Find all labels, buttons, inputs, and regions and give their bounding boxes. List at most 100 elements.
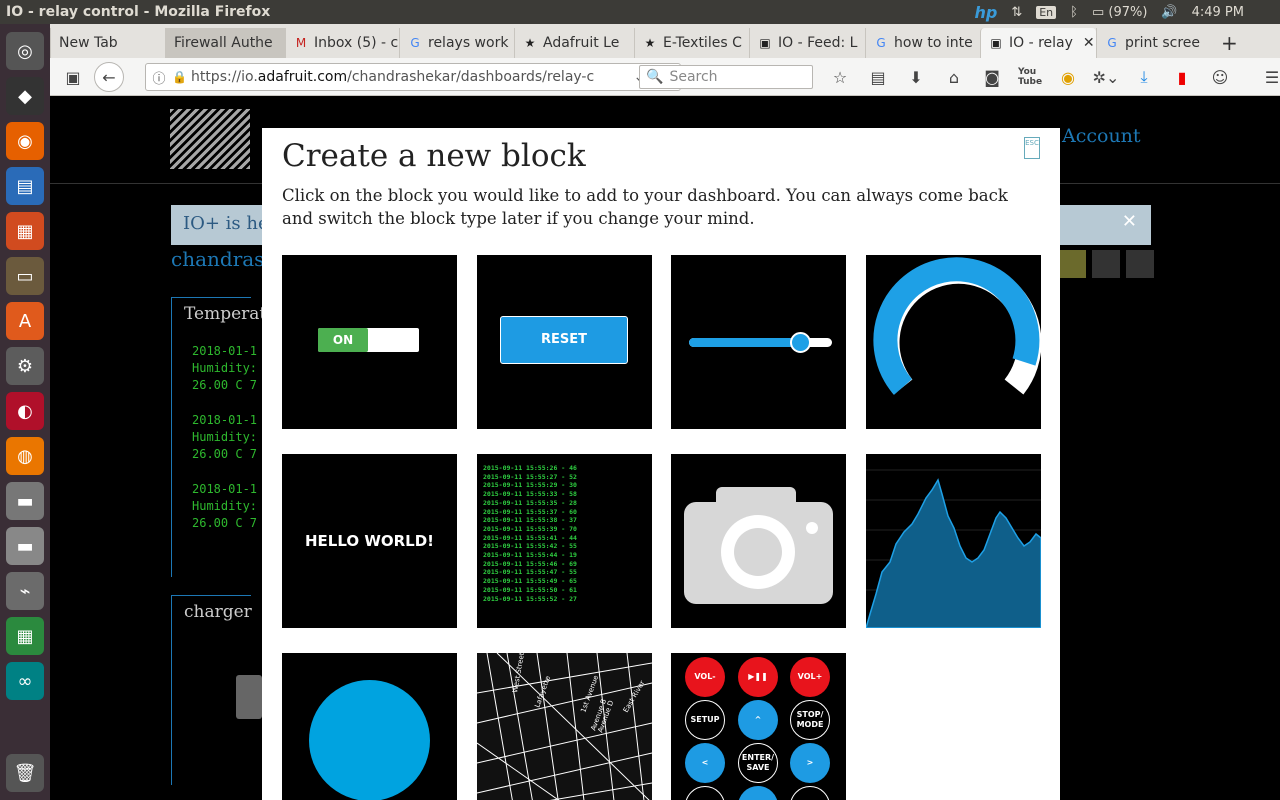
google-icon: G xyxy=(410,36,420,50)
launcher-libreoffice-impress-icon[interactable]: ▦ xyxy=(6,212,44,250)
feed-list: 2018-01-1 Humidity: 3 26.00 C 7 2018-01-1 Hu… xyxy=(192,343,271,550)
extension-menu-icon[interactable]: ✲⌄ xyxy=(1088,63,1124,91)
toolbar-icons: ☆ ▤ ⬇ ⌂ ◙ You Tube ◉ ✲⌄ ⤓ ▮ ☺ ☰ xyxy=(822,63,1280,91)
volume-icon[interactable]: 🔊 xyxy=(1161,5,1177,20)
dashboard-name: chandras xyxy=(171,247,265,271)
settings-button[interactable] xyxy=(1092,250,1120,278)
star-icon: ★ xyxy=(524,36,536,50)
charger-toggle[interactable] xyxy=(236,675,262,719)
remote-button: VOL- xyxy=(685,657,725,697)
adafruit-io-logo[interactable] xyxy=(170,109,250,169)
search-bar[interactable]: 🔍 Search xyxy=(639,65,813,89)
edit-layout-button[interactable] xyxy=(1058,250,1086,278)
launcher-libreoffice-calc-icon[interactable]: ▦ xyxy=(6,617,44,655)
slider-block[interactable] xyxy=(671,255,846,429)
tab-2[interactable]: M Inbox (5) - c xyxy=(285,28,399,58)
launcher-disk-icon[interactable]: ▬ xyxy=(6,482,44,520)
io-icon: ▣ xyxy=(759,36,771,50)
tab-5[interactable]: ★ E-Textiles C xyxy=(634,28,749,58)
emoji-extension-icon[interactable]: ☺ xyxy=(1202,63,1238,91)
launcher-screenshot-icon[interactable]: ◐ xyxy=(6,392,44,430)
tab-3[interactable]: Grelays work xyxy=(399,28,514,58)
panel-title: charger xyxy=(184,602,252,622)
sidebar-toggle-icon[interactable]: ▣ xyxy=(58,63,88,91)
launcher-firefox-icon[interactable]: ◉ xyxy=(6,122,44,160)
remote-button: > xyxy=(790,743,830,783)
search-input[interactable]: Search xyxy=(669,69,717,85)
remote-button: VOL+ xyxy=(790,657,830,697)
launcher-files-icon[interactable]: ▭ xyxy=(6,257,44,295)
tab-label: IO - relay xyxy=(1009,35,1073,51)
reading-list-icon[interactable]: ▤ xyxy=(860,63,896,91)
gauge-block[interactable] xyxy=(866,255,1041,429)
launcher-libreoffice-writer-icon[interactable]: ▤ xyxy=(6,167,44,205)
map-icon: Lafayette 1st Avenue Avenue D Avenue B W… xyxy=(477,653,652,800)
close-icon[interactable]: ✕ xyxy=(1122,211,1137,232)
launcher-trash-icon[interactable]: 🗑 xyxy=(6,754,44,792)
launcher-usb-icon[interactable]: ⌁ xyxy=(6,572,44,610)
hello-world-text: HELLO WORLD! xyxy=(304,532,435,550)
launcher-ubuntu-dash-icon[interactable]: ◎ xyxy=(6,32,44,70)
keyboard-language[interactable]: En xyxy=(1036,5,1057,19)
clock[interactable]: 4:49 PM xyxy=(1192,5,1244,20)
tab-4[interactable]: ★ Adafruit Le xyxy=(514,28,634,58)
tab-label: relays work xyxy=(428,35,509,51)
system-top-bar: IO - relay control - Mozilla Firefox hp … xyxy=(0,0,1280,24)
launcher-arduino-icon[interactable]: ∞ xyxy=(6,662,44,700)
line-chart-block[interactable] xyxy=(866,454,1041,628)
feed-entry: 2018-01-1 Humidity: 3 26.00 C 7 xyxy=(192,344,272,392)
home-icon[interactable]: ⌂ xyxy=(936,63,972,91)
slider-preview xyxy=(689,332,832,353)
red-extension-icon[interactable]: ▮ xyxy=(1164,63,1200,91)
remote-button: ^ xyxy=(738,700,778,740)
map-block[interactable]: Lafayette 1st Avenue Avenue D Avenue B W… xyxy=(477,653,652,800)
hp-icon[interactable]: hp xyxy=(974,3,997,22)
modal-close-button[interactable]: ESC xyxy=(1024,137,1040,159)
launcher-disk-2-icon[interactable]: ▬ xyxy=(6,527,44,565)
launcher-system-settings-icon[interactable]: ⚙ xyxy=(6,347,44,385)
tab-7[interactable]: Ghow to inte xyxy=(865,28,980,58)
tab-label: how to inte xyxy=(894,35,973,51)
network-icon[interactable]: ⇅ xyxy=(1011,5,1022,20)
url-bar[interactable]: ⓘ 🔒 https://io.adafruit.com/chandrasheka… xyxy=(145,63,681,91)
color-block[interactable] xyxy=(282,653,457,800)
launcher-inkscape-icon[interactable]: ◆ xyxy=(6,77,44,115)
url-text[interactable]: https://io.adafruit.com/chandrashekar/da… xyxy=(191,69,628,85)
tab-close-icon[interactable]: ✕ xyxy=(1083,35,1095,51)
battery-indicator[interactable]: ▭ (97%) xyxy=(1092,5,1147,20)
account-link[interactable]: Account xyxy=(1062,125,1141,147)
stream-block[interactable]: 2015-09-11 15:55:26 - 46 2015-09-11 15:5… xyxy=(477,454,652,628)
tab-6[interactable]: ▣ IO - Feed: L xyxy=(749,28,865,58)
gauge-preview xyxy=(873,257,1041,395)
lock-icon: 🔒 xyxy=(172,70,187,84)
momentary-button-block[interactable]: RESET xyxy=(477,255,652,429)
hamburger-menu-icon[interactable]: ☰ xyxy=(1254,63,1280,91)
info-icon[interactable]: ⓘ xyxy=(146,68,172,87)
modal-title: Create a new block xyxy=(282,138,586,174)
downloads-icon[interactable]: ⬇ xyxy=(898,63,934,91)
back-button[interactable]: ← xyxy=(94,62,124,92)
add-block-button[interactable] xyxy=(1126,250,1154,278)
pocket-icon[interactable]: ◙ xyxy=(974,63,1010,91)
bluetooth-icon[interactable]: ᛒ xyxy=(1070,5,1078,20)
toggle-switch: ON xyxy=(318,328,419,352)
launcher-blender-icon[interactable]: ◍ xyxy=(6,437,44,475)
remote-button: ENTER/ SAVE xyxy=(738,743,778,783)
new-tab-button[interactable]: + xyxy=(1213,28,1246,58)
tab-9[interactable]: Gprint scree xyxy=(1096,28,1213,58)
text-block[interactable]: HELLO WORLD! xyxy=(282,454,457,628)
remote-control-block[interactable]: VOL- ▶❚❚ VOL+ SETUP ^ STOP/ MODE < ENTER/ SAVE > xyxy=(671,653,846,800)
tab-0[interactable]: New Tab xyxy=(50,28,165,58)
colors-extension-icon[interactable]: ◉ xyxy=(1050,63,1086,91)
star-icon: ★ xyxy=(644,36,656,50)
tab-8[interactable]: ▣ IO - relay ✕ xyxy=(980,28,1096,58)
launcher-software-center-icon[interactable]: A xyxy=(6,302,44,340)
toggle-block[interactable]: ON xyxy=(282,255,457,429)
youtube-icon[interactable]: You Tube xyxy=(1012,63,1048,91)
download-helper-icon[interactable]: ⤓ xyxy=(1126,63,1162,91)
tab-label: print scree xyxy=(1125,35,1201,51)
stream-text: 2015-09-11 15:55:26 - 46 2015-09-11 15:5… xyxy=(483,464,577,603)
image-block[interactable] xyxy=(671,454,846,628)
tab-1[interactable]: Firewall Authe xyxy=(165,28,285,58)
bookmark-star-icon[interactable]: ☆ xyxy=(822,63,858,91)
